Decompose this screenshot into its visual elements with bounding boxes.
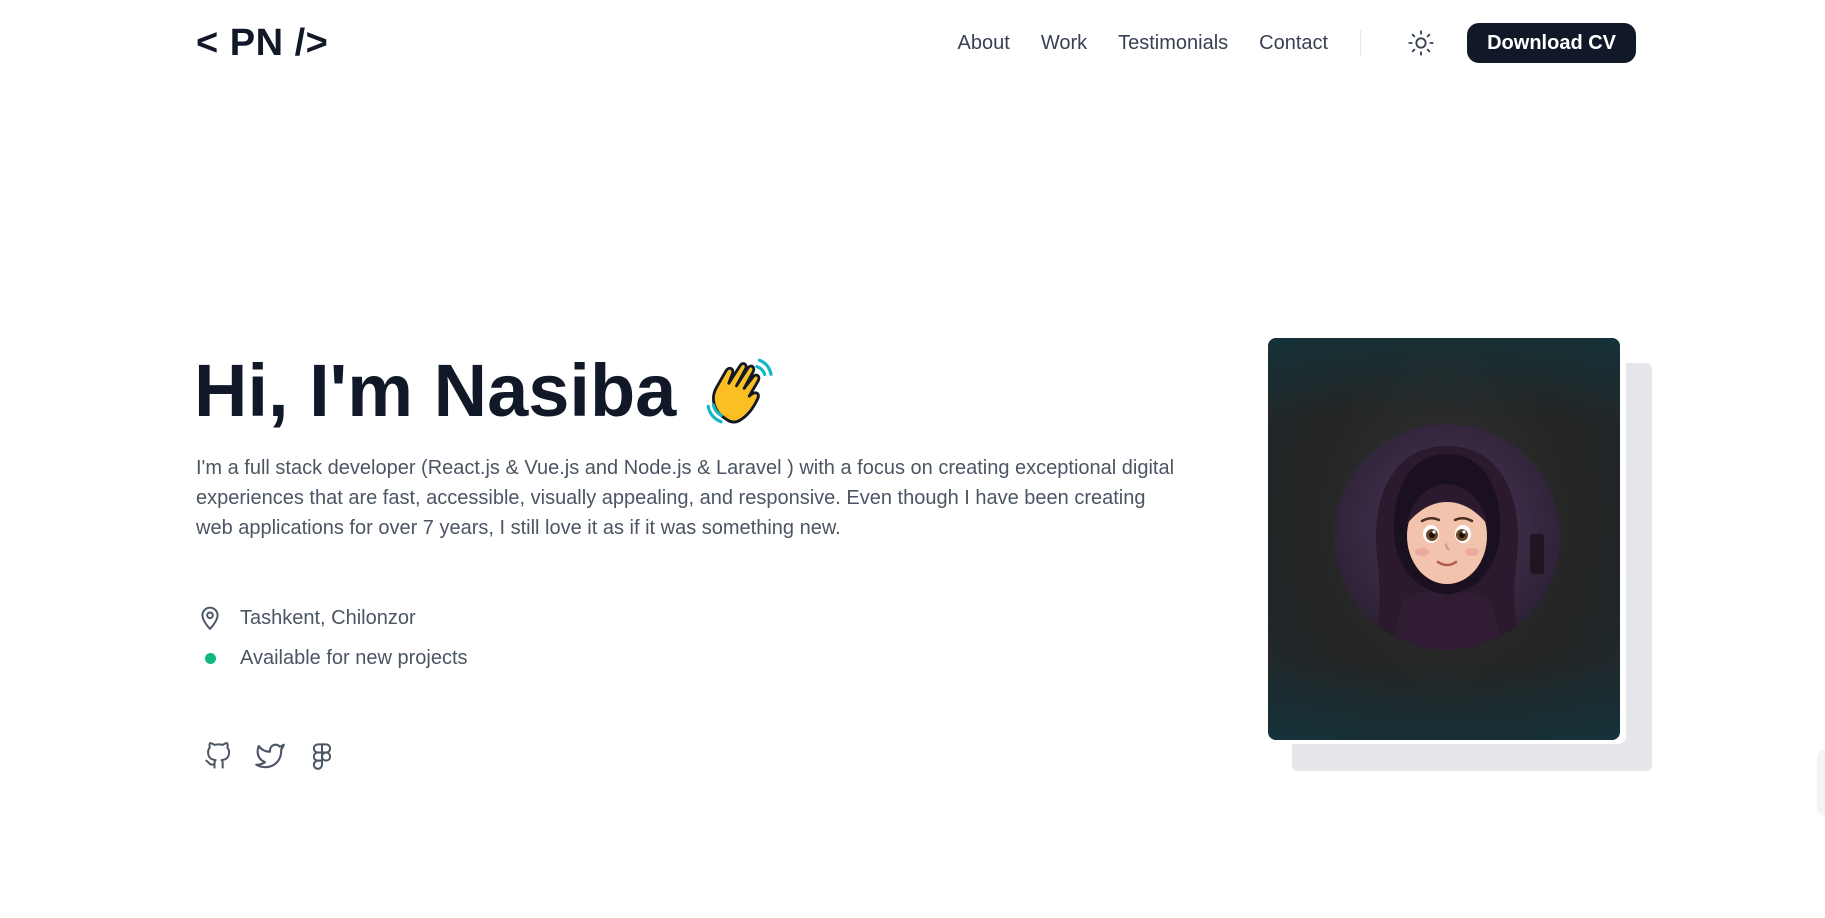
figma-icon [312, 743, 332, 770]
hero-description: I'm a full stack developer (React.js & V… [196, 457, 1175, 539]
site-header: < PN /> About Work Testimonials Contact … [196, 0, 1636, 86]
nav-divider [1360, 30, 1362, 56]
main-nav: About Work Testimonials Contact Download… [958, 0, 1636, 86]
profile-image [1268, 338, 1620, 740]
location-text: Tashkent, Chilonzor [240, 606, 416, 629]
download-cv-button[interactable]: Download CV [1467, 23, 1636, 63]
hero-meta: Tashkent, Chilonzor Available for new pr… [196, 600, 468, 676]
edge-scroll-tab[interactable] [1817, 750, 1825, 816]
twitter-icon [255, 743, 285, 769]
profile-image-frame [1266, 336, 1626, 744]
nav-link-contact[interactable]: Contact [1259, 32, 1328, 55]
sun-icon [1408, 30, 1434, 56]
hero-title-text: Hi, I'm Nasiba [194, 349, 677, 432]
hero-title: Hi, I'm Nasiba [194, 348, 780, 433]
logo[interactable]: < PN /> [196, 22, 328, 65]
github-icon [205, 742, 231, 769]
nav-links: About Work Testimonials Contact [958, 32, 1329, 55]
figma-link[interactable] [304, 738, 340, 774]
twitter-link[interactable] [252, 738, 288, 774]
status-dot-icon [196, 644, 224, 672]
avatar [1334, 424, 1560, 650]
github-link[interactable] [200, 738, 236, 774]
theme-toggle-button[interactable] [1401, 23, 1441, 63]
nav-link-testimonials[interactable]: Testimonials [1118, 32, 1228, 55]
social-links [200, 738, 340, 774]
availability-row: Available for new projects [196, 640, 468, 676]
availability-text: Available for new projects [240, 646, 468, 669]
location-pin-icon [196, 604, 224, 632]
location-row: Tashkent, Chilonzor [196, 600, 468, 636]
waving-hand-icon [698, 350, 780, 432]
nav-link-work[interactable]: Work [1041, 32, 1087, 55]
nav-link-about[interactable]: About [958, 32, 1010, 55]
